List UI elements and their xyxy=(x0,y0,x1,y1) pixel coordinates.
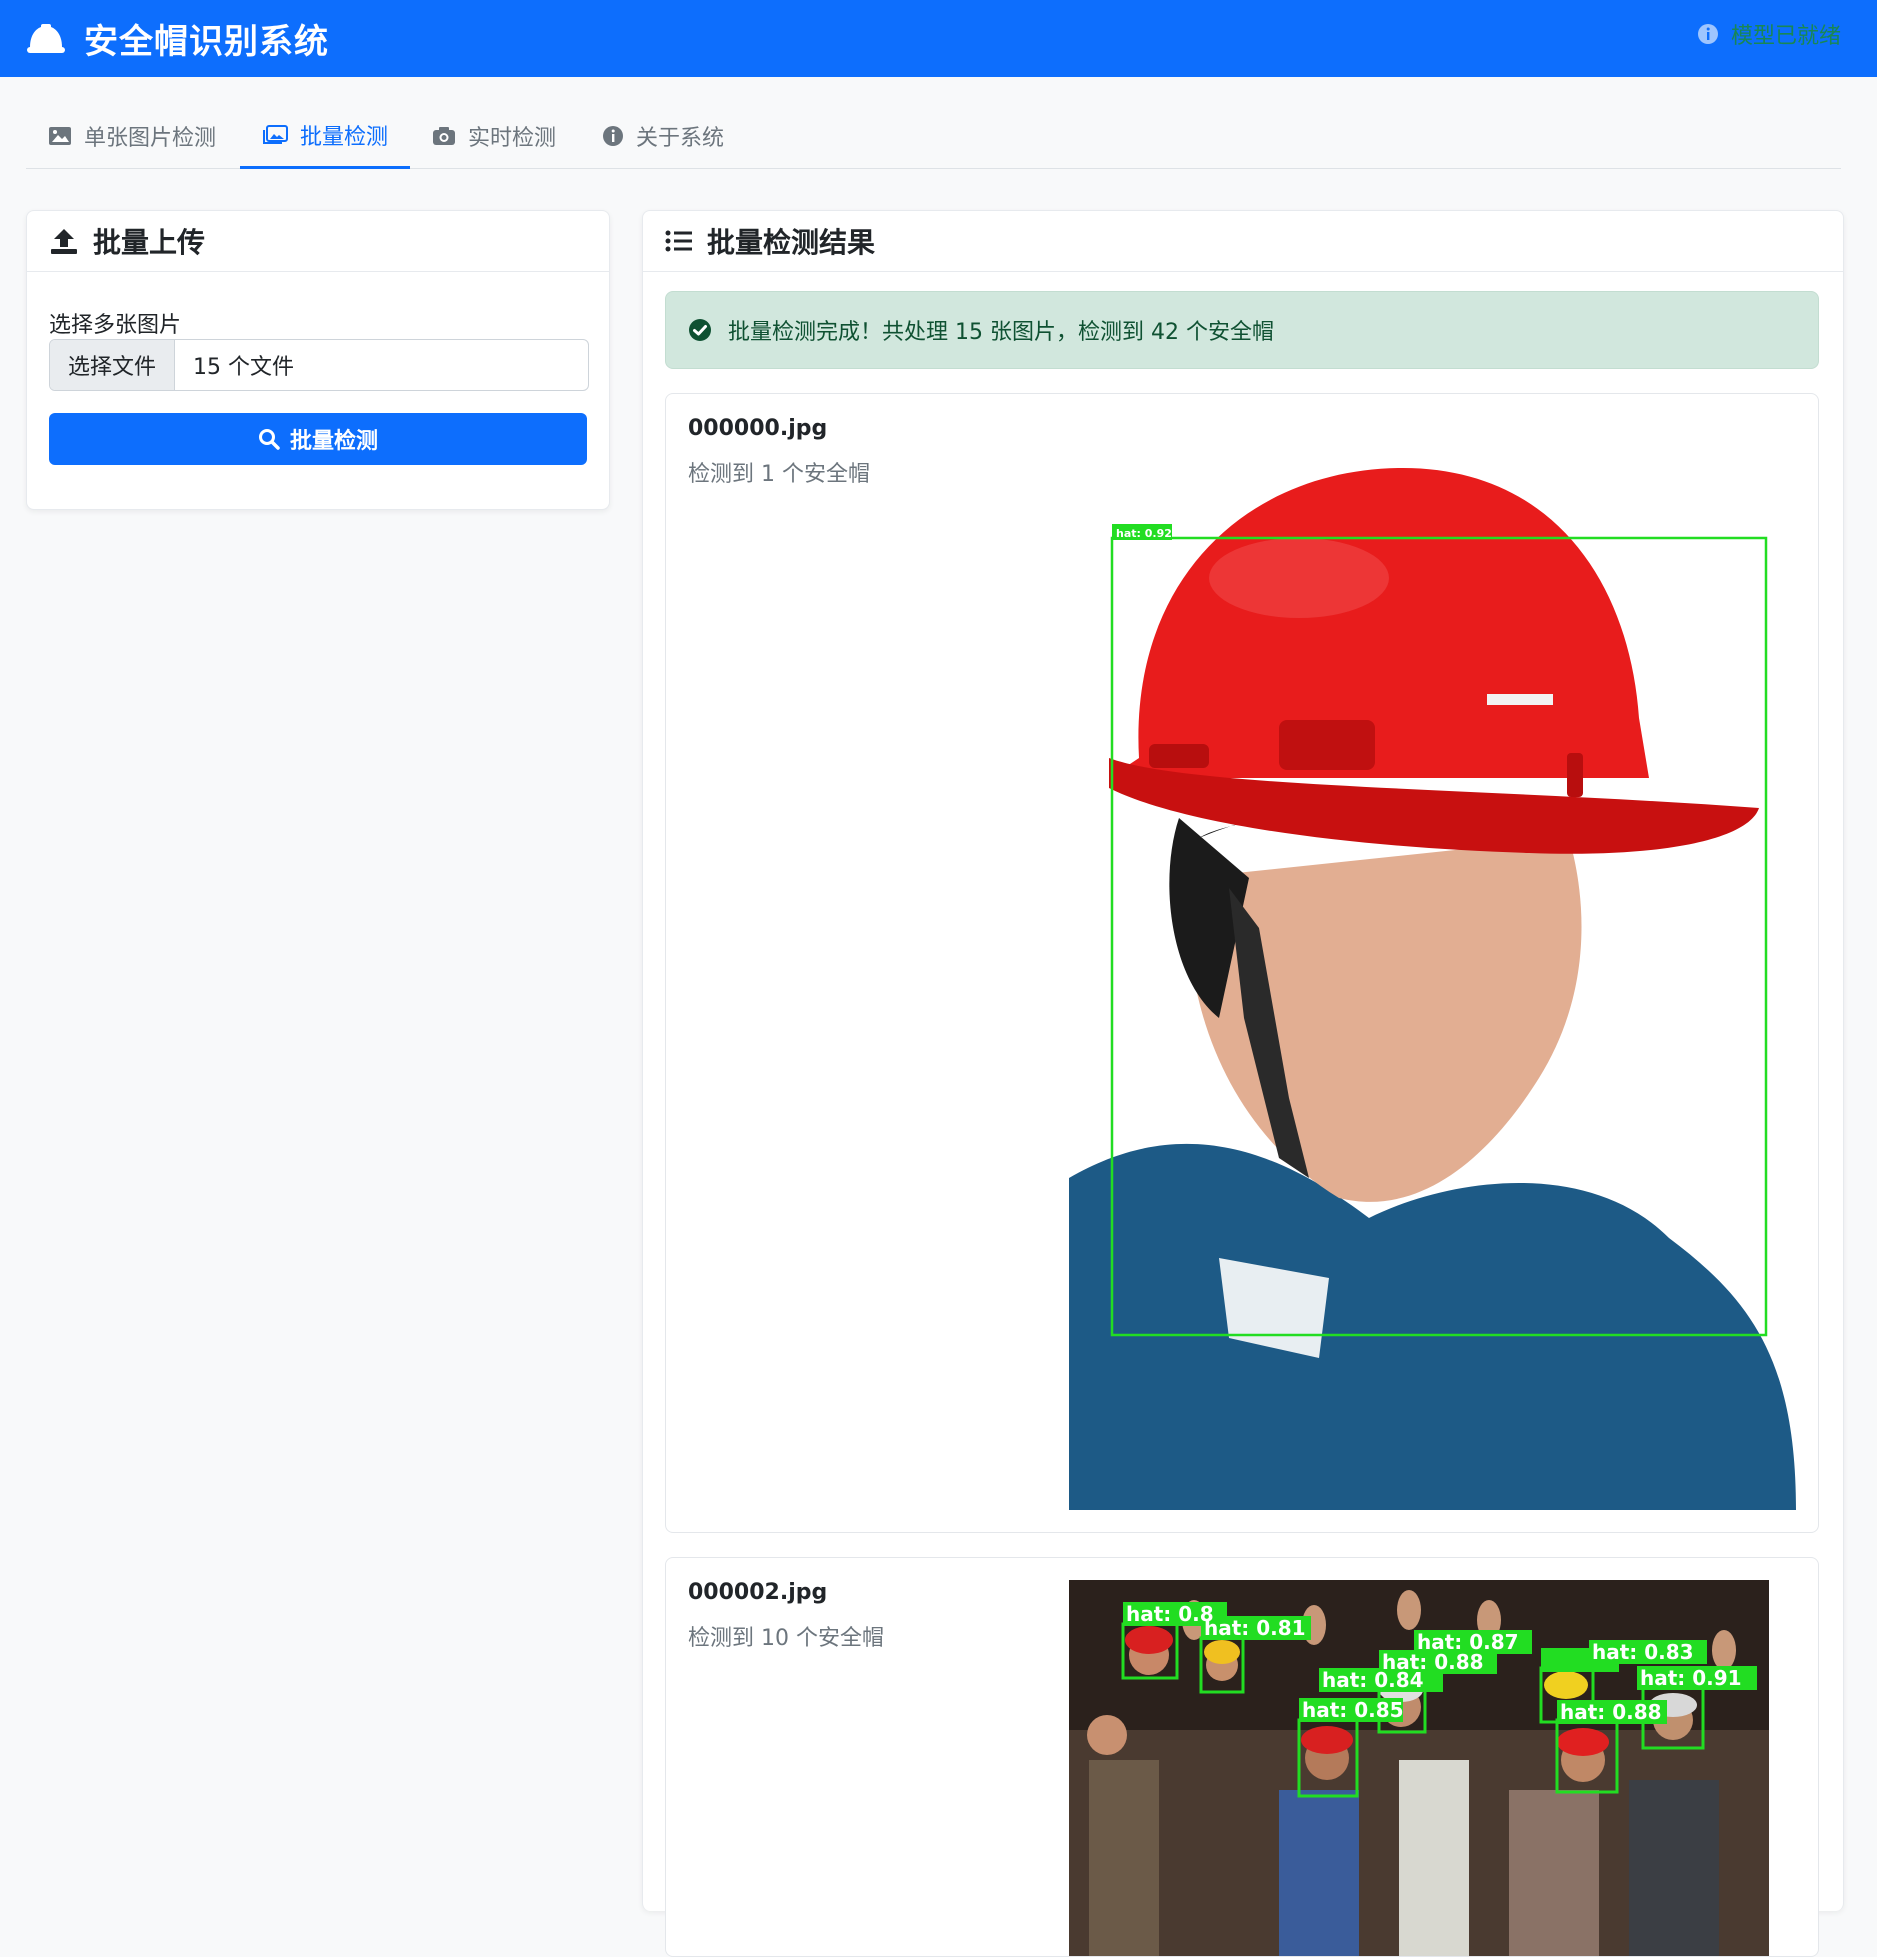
annotated-image: hat: 0.92 xyxy=(1069,458,1796,1510)
tab-label: 实时检测 xyxy=(468,125,557,151)
result-filename: 000000.jpg xyxy=(688,416,828,441)
tab-label: 关于系统 xyxy=(636,125,725,151)
mode-tabs: 单张图片检测 批量检测 实时检测 关于系统 xyxy=(26,104,1841,169)
model-status: 模型已就绪 xyxy=(1697,18,1841,50)
detection-label: hat: 0.84 xyxy=(1322,1668,1424,1692)
detection-label: hat: 0.8 xyxy=(1126,1602,1214,1626)
check-circle-icon xyxy=(689,319,711,341)
result-item: 000002.jpg 检测到 10 个安全帽 hat: 0.8 hat: 0.8… xyxy=(665,1557,1819,1957)
search-icon xyxy=(258,429,280,450)
batch-detect-button[interactable]: 批量检测 xyxy=(49,413,587,465)
success-alert: 批量检测完成！共处理 15 张图片，检测到 42 个安全帽 xyxy=(665,291,1819,369)
info-circle-icon xyxy=(603,125,623,146)
upload-card: 批量上传 选择多张图片 选择文件 15 个文件 批量检测 xyxy=(26,210,610,510)
detection-label: hat: 0.88 xyxy=(1560,1700,1662,1724)
result-item: 000000.jpg 检测到 1 个安全帽 hat: 0.92 xyxy=(665,393,1819,1533)
info-circle-icon xyxy=(1697,24,1718,44)
detection-label: hat: 0.81 xyxy=(1204,1616,1306,1640)
list-icon xyxy=(665,230,692,252)
batch-detect-label: 批量检测 xyxy=(289,429,378,454)
camera-icon xyxy=(433,126,455,145)
file-count-text: 15 个文件 xyxy=(193,355,294,380)
detection-label: hat: 0.87 xyxy=(1417,1630,1519,1654)
tab-label: 批量检测 xyxy=(300,125,389,150)
brand[interactable]: 安全帽识别系统 xyxy=(26,14,329,62)
top-navbar: 安全帽识别系统 模型已就绪 xyxy=(0,0,1877,77)
app-title: 安全帽识别系统 xyxy=(84,21,329,62)
file-input[interactable]: 选择文件 15 个文件 xyxy=(49,339,589,391)
image-icon xyxy=(49,126,71,145)
detection-label: hat: 0.92 xyxy=(1116,527,1172,540)
status-text: 模型已就绪 xyxy=(1730,24,1841,49)
tab-single-image[interactable]: 单张图片检测 xyxy=(26,104,240,167)
detection-label: hat: 0.91 xyxy=(1640,1666,1742,1690)
tab-realtime[interactable]: 实时检测 xyxy=(410,104,580,167)
hard-hat-icon xyxy=(27,24,65,53)
results-card-title: 批量检测结果 xyxy=(707,226,876,259)
results-card-header: 批量检测结果 xyxy=(643,211,1843,272)
result-filename: 000002.jpg xyxy=(688,1580,828,1605)
tab-about[interactable]: 关于系统 xyxy=(580,104,750,167)
results-card: 批量检测结果 批量检测完成！共处理 15 张图片，检测到 42 个安全帽 000… xyxy=(642,210,1844,1957)
result-count: 检测到 10 个安全帽 xyxy=(688,1626,884,1651)
tab-label: 单张图片检测 xyxy=(84,125,217,151)
annotated-image: hat: 0.8 hat: 0.81 hat: 0.88 hat: 0.87 h… xyxy=(1069,1580,1769,1956)
detection-label: hat: 0.83 xyxy=(1592,1640,1694,1664)
alert-text: 批量检测完成！共处理 15 张图片，检测到 42 个安全帽 xyxy=(728,320,1274,345)
detection-label: hat: 0.85 xyxy=(1302,1698,1404,1722)
result-count: 检测到 1 个安全帽 xyxy=(688,462,870,487)
tab-batch[interactable]: 批量检测 xyxy=(240,104,410,169)
upload-card-title: 批量上传 xyxy=(93,226,206,259)
upload-icon xyxy=(51,229,77,254)
choose-file-button[interactable]: 选择文件 xyxy=(50,340,175,390)
select-images-label: 选择多张图片 xyxy=(49,313,182,338)
upload-card-header: 批量上传 xyxy=(27,211,609,272)
images-icon xyxy=(263,125,288,144)
